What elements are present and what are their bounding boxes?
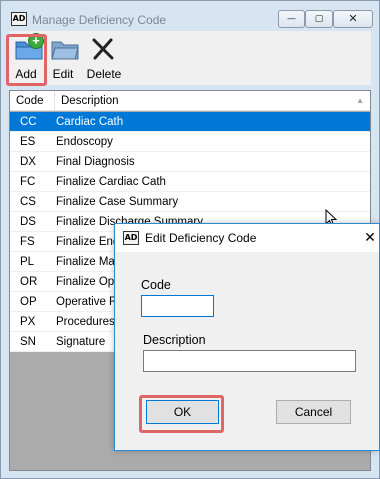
cell-description: Cardiac Cath bbox=[56, 116, 124, 128]
table-row[interactable]: CS Finalize Case Summary bbox=[10, 192, 370, 212]
cell-code: ES bbox=[20, 136, 36, 148]
cell-code: PL bbox=[20, 256, 35, 268]
table-row[interactable]: FC Finalize Cardiac Cath bbox=[10, 172, 370, 192]
delete-button[interactable]: Delete bbox=[81, 31, 127, 85]
edit-label: Edit bbox=[52, 67, 74, 81]
description-label: Description bbox=[143, 333, 206, 347]
grid-header: Code Description ▲ bbox=[10, 91, 370, 111]
app-icon: AD bbox=[11, 12, 27, 26]
cell-description: Finalize Cardiac Cath bbox=[56, 176, 166, 188]
dialog-close-button[interactable]: ✕ bbox=[361, 228, 379, 248]
cell-code: CS bbox=[20, 196, 36, 208]
cell-code: DX bbox=[20, 156, 36, 168]
cancel-button[interactable]: Cancel bbox=[276, 400, 351, 424]
add-highlight-box bbox=[6, 34, 47, 86]
cell-description: Endoscopy bbox=[56, 136, 113, 148]
close-button[interactable]: ✕ bbox=[333, 10, 373, 28]
dialog-app-icon: AD bbox=[123, 231, 139, 245]
edit-button[interactable]: Edit bbox=[47, 31, 79, 85]
cell-description: Finalize Case Summary bbox=[56, 196, 179, 208]
sort-ascending-icon: ▲ bbox=[356, 96, 364, 105]
open-folder-icon bbox=[51, 41, 79, 60]
window-title: Manage Deficiency Code bbox=[32, 13, 167, 27]
ok-highlight-box bbox=[139, 395, 224, 433]
table-row[interactable]: ES Endoscopy bbox=[10, 132, 370, 152]
delete-label: Delete bbox=[86, 67, 122, 81]
dialog-title: Edit Deficiency Code bbox=[145, 231, 257, 245]
code-input[interactable] bbox=[141, 295, 214, 317]
minimize-button[interactable]: — bbox=[278, 10, 305, 28]
toolbar: + Add Edit Delete bbox=[9, 31, 371, 85]
cell-code: OR bbox=[20, 276, 38, 288]
column-header-code[interactable]: Code bbox=[10, 91, 55, 111]
delete-x-icon bbox=[92, 38, 114, 60]
cell-code: FC bbox=[20, 176, 36, 188]
cell-code: FS bbox=[20, 236, 35, 248]
table-row[interactable]: CC Cardiac Cath bbox=[10, 112, 370, 132]
code-label: Code bbox=[141, 278, 171, 292]
description-input[interactable] bbox=[143, 350, 356, 372]
column-header-description-label: Description bbox=[61, 95, 119, 107]
table-row[interactable]: DX Final Diagnosis bbox=[10, 152, 370, 172]
dialog-titlebar[interactable]: AD Edit Deficiency Code ✕ bbox=[115, 224, 379, 252]
cell-code: CC bbox=[20, 116, 37, 128]
cell-code: DS bbox=[20, 216, 36, 228]
cell-code: PX bbox=[20, 316, 36, 328]
maximize-button[interactable]: ▢ bbox=[305, 10, 333, 28]
cell-code: OP bbox=[20, 296, 37, 308]
cell-description: Final Diagnosis bbox=[56, 156, 135, 168]
window-titlebar[interactable]: AD Manage Deficiency Code — ▢ ✕ bbox=[1, 1, 379, 31]
cell-code: SN bbox=[20, 336, 36, 348]
column-header-description[interactable]: Description ▲ bbox=[55, 91, 370, 111]
